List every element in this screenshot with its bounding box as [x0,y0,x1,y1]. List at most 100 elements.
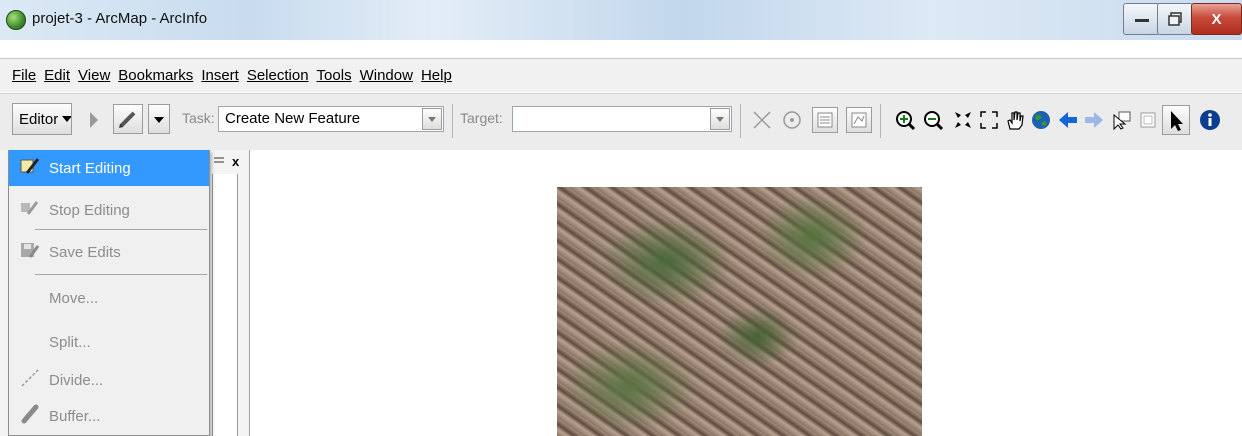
restore-button[interactable] [1157,3,1193,35]
chevron-down-icon [716,117,724,122]
zoom-out-button[interactable] [921,108,945,132]
restore-icon [1168,12,1182,26]
menu-item-divide[interactable]: Divide... [9,362,209,398]
select-features-icon [1113,111,1131,131]
menu-insert[interactable]: Insert [197,67,243,84]
globe-icon [1032,111,1050,129]
editor-label: Editor [19,110,59,128]
toc-scroll-area[interactable] [212,174,238,436]
task-label: Task: [182,110,215,126]
arrow-right-icon [1085,112,1103,128]
editor-menu-button[interactable]: Editor [12,103,72,135]
menu-selection[interactable]: Selection [243,67,313,84]
task-value: Create New Feature [225,110,361,127]
menu-item-save-edits[interactable]: Save Edits [9,234,209,270]
window-title: projet-3 - ArcMap - ArcInfo [32,10,208,27]
minimize-button[interactable] [1123,3,1160,35]
full-extent-button[interactable] [1029,108,1053,132]
toolbar-separator [880,104,881,138]
fixed-zoom-in-icon [955,112,971,128]
menu-window[interactable]: Window [356,67,417,84]
target-label: Target: [460,110,503,126]
target-dropdown-button[interactable] [710,108,730,130]
toolbar-separator [452,104,453,138]
task-dropdown-button[interactable] [422,108,442,130]
save-edits-icon [17,240,43,264]
task-select[interactable]: Create New Feature [218,106,444,132]
toolbar-separator [740,104,741,138]
menu-item-label: Start Editing [49,159,131,177]
stop-editing-icon [17,198,43,222]
editor-dropdown-menu: Start Editing Stop Editing Save Edits Mo… [8,150,210,436]
pan-hand-icon [1007,111,1024,130]
sketch-properties-button[interactable] [846,107,872,133]
zoom-in-button[interactable] [893,108,917,132]
pan-button[interactable] [1003,108,1027,132]
arcmap-globe-icon [6,10,26,30]
menu-item-buffer[interactable]: Buffer... [9,398,209,434]
sketch-properties-icon [851,112,867,128]
pointer-arrow-icon [1171,111,1183,131]
back-extent-button[interactable] [1056,108,1080,132]
start-editing-icon [17,156,43,180]
menu-bookmarks[interactable]: Bookmarks [114,67,197,84]
minimize-icon [1134,19,1149,22]
clear-selection-button[interactable] [1136,108,1160,132]
rotate-tool-button[interactable] [780,108,804,132]
menu-item-split[interactable]: Split... [9,324,209,360]
zoom-in-icon [896,111,916,131]
pin-icon[interactable] [214,154,228,169]
map-display[interactable] [252,150,1242,436]
menu-item-move[interactable]: Move... [9,280,209,316]
forward-extent-button[interactable] [1082,108,1106,132]
editor-toolbar: Editor Task: Create New Feature Target: [0,93,1242,150]
menu-separator [35,274,207,275]
menu-file[interactable]: File [8,67,40,84]
select-elements-button[interactable] [1162,105,1190,135]
fixed-zoom-out-icon [980,111,998,129]
auto-hide-icon [214,157,224,163]
divide-icon [17,368,43,392]
attributes-table-icon [817,112,833,128]
cut-polygons-icon [753,111,771,129]
chevron-down-icon [62,116,71,122]
sketch-tool-button[interactable] [113,104,143,134]
close-icon: X [1211,10,1222,28]
identify-button[interactable] [1198,108,1222,132]
menu-item-start-editing[interactable]: Start Editing [9,150,209,186]
pencil-icon [119,111,136,128]
menu-bar: File Edit View Bookmarks Insert Selectio… [0,58,1242,92]
clear-selection-icon [1140,112,1156,128]
arrow-left-icon [1059,112,1077,128]
fixed-zoom-out-button[interactable] [977,108,1001,132]
cut-polygons-button[interactable] [750,108,774,132]
menu-view[interactable]: View [74,67,114,84]
menu-item-label: Divide... [49,371,104,389]
sketch-tool-dropdown[interactable] [148,104,170,134]
menu-tools[interactable]: Tools [313,67,356,84]
menu-item-label: Split... [49,333,91,351]
chevron-down-icon [154,117,164,123]
target-select[interactable] [512,106,732,132]
chevron-down-icon [428,117,436,122]
attributes-button[interactable] [812,107,838,133]
menu-item-label: Save Edits [49,243,121,261]
edit-tool-button[interactable] [82,108,104,132]
rotate-icon [783,111,801,129]
zoom-out-icon [924,111,944,131]
info-icon [1200,110,1220,130]
close-button[interactable]: X [1191,3,1242,35]
topographic-map-image[interactable] [557,187,922,436]
fixed-zoom-in-button[interactable] [951,108,975,132]
select-features-button[interactable] [1110,108,1134,132]
menu-item-label: Stop Editing [49,201,130,219]
menu-item-stop-editing[interactable]: Stop Editing [9,192,209,228]
close-icon[interactable]: x [232,154,239,169]
menu-help[interactable]: Help [417,67,456,84]
title-bar: projet-3 - ArcMap - ArcInfo X [0,0,1242,40]
menu-item-label: Buffer... [49,407,101,425]
menu-edit[interactable]: Edit [40,67,74,84]
buffer-icon [17,404,43,428]
menu-separator [35,229,207,230]
edit-arrow-icon [90,112,98,128]
